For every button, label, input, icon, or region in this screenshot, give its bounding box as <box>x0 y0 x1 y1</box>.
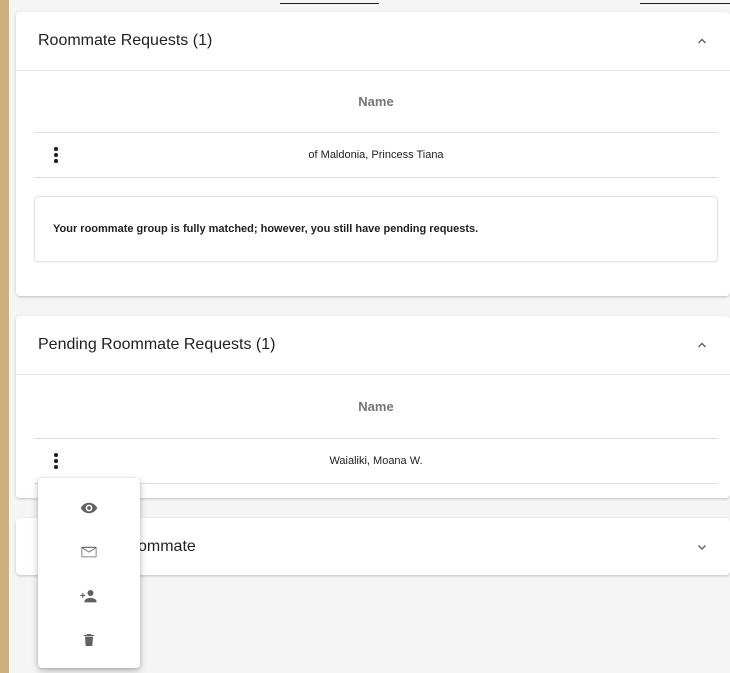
chevron-up-icon[interactable] <box>696 339 708 351</box>
table-header: Name <box>34 375 718 439</box>
underline-right <box>640 3 730 4</box>
pending-requests-panel: Pending Roommate Requests (1) Name Waial… <box>16 316 730 498</box>
match-notice: Your roommate group is fully matched; ho… <box>34 196 718 262</box>
table-row: of Maldonia, Princess Tiana <box>34 133 718 178</box>
email-menu-item[interactable] <box>38 532 140 572</box>
panel-title: Roommate Requests (1) <box>38 32 213 49</box>
roommate-requests-panel: Roommate Requests (1) Name of Maldonia, … <box>16 12 730 296</box>
eye-icon <box>80 502 98 514</box>
delete-menu-item[interactable] <box>38 620 140 660</box>
chevron-up-icon[interactable] <box>696 35 708 47</box>
pending-table: Name Waialiki, Moana W. <box>34 375 718 484</box>
panel-body: Name Waialiki, Moana W. <box>16 374 730 484</box>
underline-left <box>280 3 379 4</box>
roommate-requests-header[interactable]: Roommate Requests (1) <box>16 12 730 70</box>
trash-icon <box>83 634 95 646</box>
person-add-icon <box>80 590 97 603</box>
add-roommate-menu-item[interactable] <box>38 576 140 616</box>
roommate-name: Waialiki, Moana W. <box>329 455 423 467</box>
panel-body: Name of Maldonia, Princess Tiana Your ro… <box>16 70 730 262</box>
mail-icon <box>81 546 97 558</box>
roommate-name: of Maldonia, Princess Tiana <box>308 149 444 161</box>
more-vert-icon[interactable] <box>48 451 64 471</box>
row-actions-menu <box>38 478 140 668</box>
view-menu-item[interactable] <box>38 488 140 528</box>
requests-table: Name of Maldonia, Princess Tiana <box>34 71 718 178</box>
table-header: Name <box>34 71 718 133</box>
notice-text: Your roommate group is fully matched; ho… <box>53 223 479 235</box>
pending-requests-header[interactable]: Pending Roommate Requests (1) <box>16 316 730 374</box>
panel-title: Pending Roommate Requests (1) <box>38 336 276 353</box>
top-strip <box>9 0 730 10</box>
name-column-header: Name <box>358 399 394 414</box>
more-vert-icon[interactable] <box>48 145 64 165</box>
name-column-header: Name <box>358 94 394 109</box>
chevron-down-icon[interactable] <box>696 541 708 553</box>
